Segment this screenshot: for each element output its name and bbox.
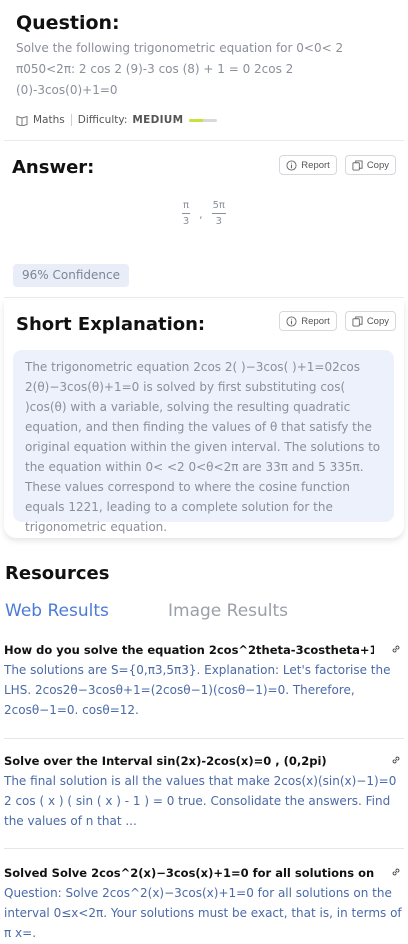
answer-separator: , <box>199 207 203 221</box>
result-divider <box>4 738 404 739</box>
fraction-denominator: 3 <box>182 216 190 227</box>
result-divider <box>4 848 404 849</box>
question-text: Solve the following trigonometric equati… <box>16 41 344 97</box>
result-item[interactable]: Solved Solve 2cos^2(x)−3cos(x)+1=0 for a… <box>4 866 404 943</box>
fraction-denominator: 3 <box>215 216 222 227</box>
info-circle-icon <box>286 159 297 171</box>
result-snippet: The solutions are S={0,π3,5π3}. Explanat… <box>4 663 391 717</box>
explanation-text: The trigonometric equation 2cos 2( )−3co… <box>13 350 394 534</box>
copy-icon <box>352 315 363 327</box>
result-snippet: Question: Solve 2cos^2(x)−3cos(x)+1=0 fo… <box>4 886 402 940</box>
question-title: Question: <box>16 12 120 34</box>
question-card: Question: Solve the following trigonomet… <box>4 0 404 141</box>
answer-title: Answer: <box>12 157 95 178</box>
explanation-actions: Report Copy <box>279 311 396 331</box>
book-icon <box>16 115 28 126</box>
copy-label: Copy <box>366 315 389 327</box>
link-icon[interactable] <box>390 643 402 655</box>
result-snippet: The final solution is all the values tha… <box>4 774 397 828</box>
explanation-card: Short Explanation: Report Copy The trigo… <box>4 300 404 538</box>
report-label: Report <box>301 315 330 327</box>
fraction-numerator: 5π <box>211 200 226 214</box>
subject-label: Maths <box>33 114 65 126</box>
copy-icon <box>352 159 363 171</box>
answer-card: Answer: Report Copy π 3 , 5π 3 96% Confi… <box>4 143 404 298</box>
info-circle-icon <box>286 315 297 327</box>
result-title[interactable]: How do you solve the equation 2cos^2thet… <box>4 643 374 657</box>
report-button[interactable]: Report <box>279 311 337 331</box>
question-meta: Maths Difficulty: MEDIUM <box>16 114 392 126</box>
result-item[interactable]: Solve over the Interval sin(2x)-2cos(x)=… <box>4 754 404 831</box>
report-button[interactable]: Report <box>279 155 337 175</box>
copy-button[interactable]: Copy <box>344 155 396 175</box>
answer-fraction-1: π 3 <box>182 200 191 228</box>
explanation-title: Short Explanation: <box>16 314 206 335</box>
link-icon[interactable] <box>390 866 402 878</box>
tab-image-results[interactable]: Image Results <box>168 601 288 621</box>
result-item[interactable]: How do you solve the equation 2cos^2thet… <box>4 643 404 720</box>
confidence-badge: 96% Confidence <box>13 264 129 287</box>
link-icon[interactable] <box>390 754 402 766</box>
difficulty-label: Difficulty: <box>77 114 128 126</box>
result-title[interactable]: Solved Solve 2cos^2(x)−3cos(x)+1=0 for a… <box>4 866 374 880</box>
difficulty-bar <box>189 118 218 122</box>
report-label: Report <box>301 159 330 171</box>
fraction-numerator: π <box>182 200 191 214</box>
answer-actions: Report Copy <box>279 155 396 175</box>
resources-heading: Resources <box>5 563 110 584</box>
tab-web-results[interactable]: Web Results <box>5 601 109 621</box>
copy-button[interactable]: Copy <box>344 311 396 331</box>
result-title[interactable]: Solve over the Interval sin(2x)-2cos(x)=… <box>4 754 374 768</box>
meta-divider <box>70 114 72 126</box>
difficulty-value: MEDIUM <box>132 114 184 126</box>
answer-fraction-2: 5π 3 <box>211 200 226 228</box>
copy-label: Copy <box>366 159 389 171</box>
answer-value: π 3 , 5π 3 <box>4 200 404 228</box>
